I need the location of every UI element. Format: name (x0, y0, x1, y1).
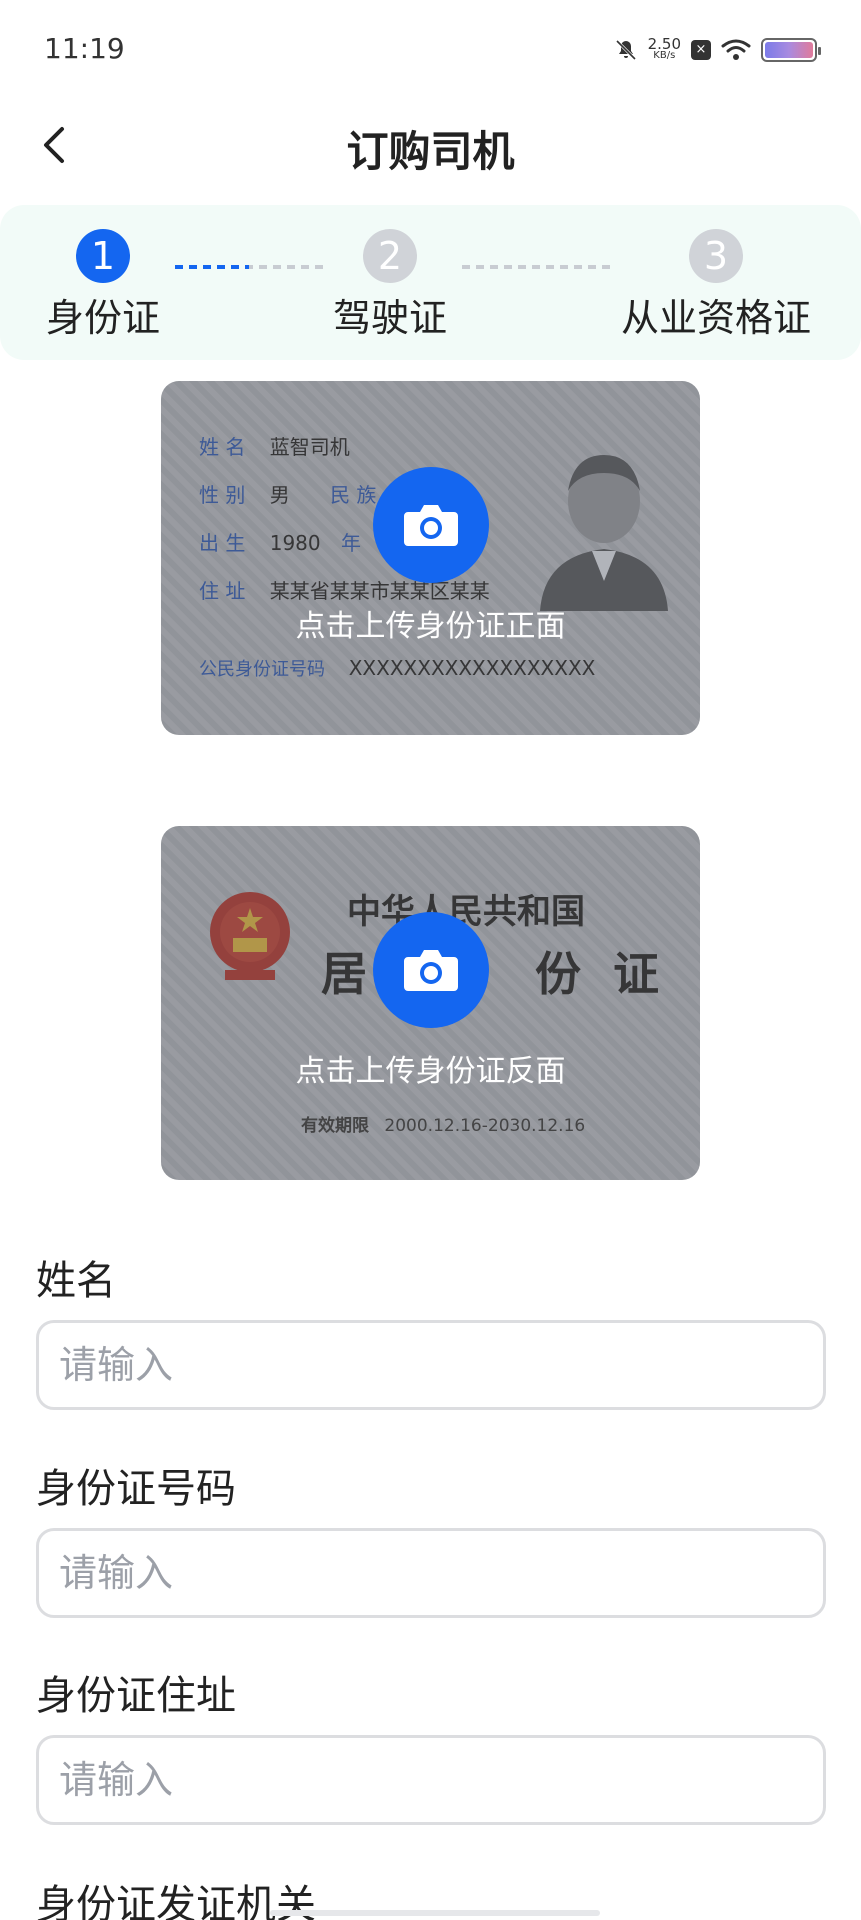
step-label: 从业资格证 (620, 296, 811, 340)
step-label: 驾驶证 (332, 296, 447, 340)
step-2: 2 驾驶证 (310, 229, 470, 342)
status-time: 11:19 (44, 32, 125, 65)
mute-bell-icon (615, 39, 636, 61)
camera-button[interactable] (373, 467, 489, 583)
id-back-upload[interactable]: 中华人民共和国 居份 证 有效期限 2000.12.16-2030.12.16 … (161, 826, 700, 1180)
name-label: 姓名 (36, 1258, 116, 1304)
home-indicator (270, 1910, 600, 1916)
id-address-label: 身份证住址 (36, 1673, 236, 1719)
net-speed-unit: KB/s (653, 50, 676, 61)
id-number-label: 身份证号码 (36, 1466, 236, 1512)
id-number-input[interactable] (36, 1528, 826, 1618)
upload-back-label: 点击上传身份证反面 (295, 1054, 566, 1089)
upload-front-label: 点击上传身份证正面 (295, 609, 566, 644)
id-front-upload[interactable]: 姓 名 蓝智司机 性 别 男 民 族 出 生 1980 年 住 址 某某省某某市… (161, 381, 700, 735)
battery-icon (761, 38, 821, 62)
step-number: 2 (363, 229, 417, 283)
status-bar: 11:19 2.50 KB/s × (0, 0, 861, 100)
step-connector (175, 265, 323, 269)
page-title: 订购司机 (346, 127, 515, 176)
progress-steps: 1 身份证 2 驾驶证 3 从业资格证 (0, 205, 861, 360)
name-input[interactable] (36, 1320, 826, 1410)
camera-button[interactable] (373, 912, 489, 1028)
step-3: 3 从业资格证 (616, 229, 816, 342)
step-label: 身份证 (45, 296, 160, 340)
x-box-icon: × (691, 40, 711, 60)
wifi-icon (721, 39, 751, 60)
net-speed-value: 2.50 (647, 35, 681, 53)
step-connector (462, 265, 610, 269)
net-speed: 2.50 KB/s (647, 35, 681, 62)
status-icons: 2.50 KB/s × (614, 34, 821, 66)
id-address-input[interactable] (36, 1735, 826, 1825)
camera-icon (404, 505, 458, 546)
step-number: 1 (76, 229, 130, 283)
step-number: 3 (689, 229, 743, 283)
step-1: 1 身份证 (23, 229, 183, 342)
camera-icon (404, 950, 458, 991)
nav-bar: 订购司机 (0, 100, 861, 190)
